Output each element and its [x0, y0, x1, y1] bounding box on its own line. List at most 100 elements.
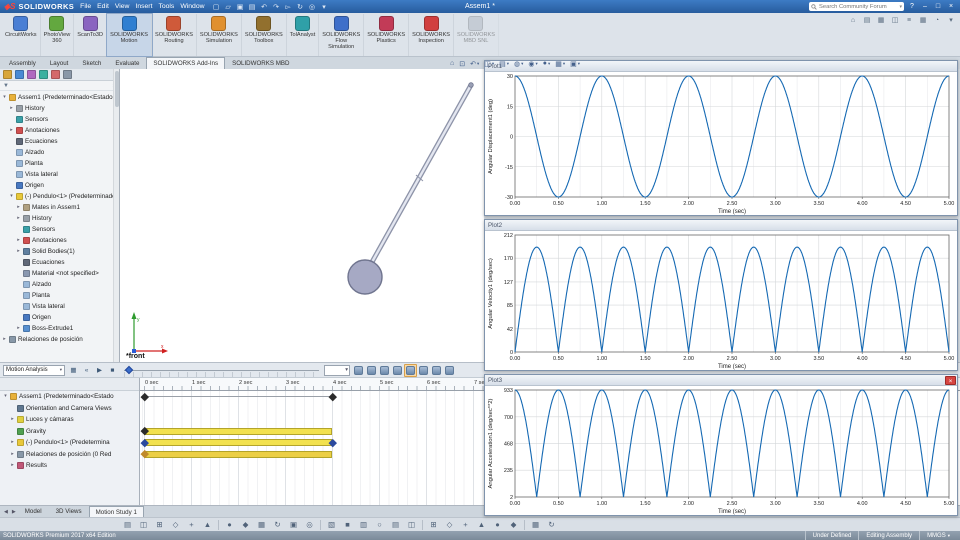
- tree-item[interactable]: Origen: [0, 180, 119, 191]
- bottom-toolbar-icon[interactable]: +: [186, 519, 197, 530]
- bottom-toolbar-icon[interactable]: ↻: [272, 519, 283, 530]
- close-icon[interactable]: ×: [945, 376, 956, 385]
- auto-key-button[interactable]: [391, 364, 404, 377]
- animation-wizard-button[interactable]: [378, 364, 391, 377]
- tab-evaluate[interactable]: Evaluate: [108, 57, 146, 69]
- bottom-toolbar-icon[interactable]: ◎: [304, 519, 315, 530]
- configuration-manager-icon[interactable]: [27, 70, 36, 79]
- expand-arrow[interactable]: ▸: [10, 417, 15, 422]
- calculate-button[interactable]: ▦: [67, 364, 80, 377]
- print-icon[interactable]: ▤: [247, 1, 258, 12]
- tree-item[interactable]: ▸Solid Bodies(1): [0, 246, 119, 257]
- new-document-icon[interactable]: ▢: [211, 1, 222, 12]
- tree-item[interactable]: Alzado: [0, 147, 119, 158]
- zoom-fit-icon[interactable]: ⌂: [448, 60, 456, 67]
- addin-photoview-360[interactable]: PhotoView360: [41, 14, 75, 56]
- search-box[interactable]: ▾: [809, 2, 904, 11]
- menu-edit[interactable]: Edit: [94, 3, 112, 10]
- addin-solidworks-routing[interactable]: SOLIDWORKSRouting: [152, 14, 197, 56]
- addin-solidworks-plastics[interactable]: SOLIDWORKSPlastics: [364, 14, 409, 56]
- tree-item[interactable]: Ecuaciones: [0, 136, 119, 147]
- tree-item[interactable]: Planta: [0, 158, 119, 169]
- expand-arrow[interactable]: ▸: [16, 249, 21, 254]
- open-document-icon[interactable]: ▱: [223, 1, 234, 12]
- expand-arrow[interactable]: ▸: [10, 463, 15, 468]
- tab-scroll-left-icon[interactable]: ◀: [2, 509, 10, 515]
- bottom-toolbar-icon[interactable]: ▦: [256, 519, 267, 530]
- home-icon[interactable]: ⌂: [848, 15, 858, 25]
- tree-item[interactable]: ▸Relaciones de posición: [0, 334, 119, 345]
- bottom-toolbar-icon[interactable]: ○: [374, 519, 385, 530]
- expand-arrow[interactable]: ▾: [2, 95, 7, 100]
- tree-scrollbar[interactable]: [113, 69, 119, 362]
- tab-assembly[interactable]: Assembly: [2, 57, 43, 69]
- motion-tree-item[interactable]: ▸(-) Pendulo<1> (Predetermina: [0, 437, 139, 449]
- timeline-duration-bar[interactable]: [144, 439, 332, 446]
- expand-arrow[interactable]: ▸: [16, 205, 21, 210]
- bottom-toolbar-icon[interactable]: +: [460, 519, 471, 530]
- expand-arrow[interactable]: ▸: [10, 440, 15, 445]
- dimxpert-manager-icon[interactable]: [39, 70, 48, 79]
- time-marker[interactable]: [125, 365, 133, 373]
- bottom-toolbar-icon[interactable]: ▲: [202, 519, 213, 530]
- bottom-toolbar-icon[interactable]: ▧: [326, 519, 337, 530]
- select-icon[interactable]: ▻: [283, 1, 294, 12]
- add-key-button[interactable]: [404, 364, 417, 377]
- timeline-duration-bar[interactable]: [144, 451, 332, 458]
- addin-solidworks-inspection[interactable]: SOLIDWORKSInspection: [409, 14, 454, 56]
- addin-solidworks-toolbox[interactable]: SOLIDWORKSToolbox: [242, 14, 287, 56]
- addin-solidworks-flow-simulation[interactable]: SOLIDWORKSFlowSimulation: [319, 14, 364, 56]
- tree-item[interactable]: Material <not specified>: [0, 268, 119, 279]
- tree-item[interactable]: Ecuaciones: [0, 257, 119, 268]
- tab-3d-views[interactable]: 3D Views: [49, 506, 89, 517]
- timeline-key[interactable]: [141, 392, 149, 400]
- expand-arrow[interactable]: ▾: [3, 394, 8, 399]
- menu-window[interactable]: Window: [177, 3, 207, 10]
- pendulum-bob[interactable]: [348, 260, 382, 294]
- bottom-toolbar-icon[interactable]: ●: [224, 519, 235, 530]
- search-input[interactable]: [819, 4, 897, 10]
- plot-window-titlebar[interactable]: Plot2: [485, 220, 957, 231]
- tree-item[interactable]: ▾Assem1 (Predeterminado<Estado de: [0, 92, 119, 103]
- view-orientation-icon[interactable]: ▤▾: [497, 60, 511, 68]
- grid-icon[interactable]: ▦: [876, 15, 886, 25]
- minimize-icon[interactable]: –: [920, 3, 930, 10]
- addin-circuitworks[interactable]: CircuitWorks: [2, 14, 41, 56]
- plot-window-plot1[interactable]: Plot1-30-15015300.000.501.001.502.002.50…: [484, 60, 958, 216]
- tree-item[interactable]: Sensors: [0, 114, 119, 125]
- timeline-zoom-slider[interactable]: [124, 364, 319, 377]
- addin-solidworks-simulation[interactable]: SOLIDWORKSSimulation: [197, 14, 242, 56]
- bottom-toolbar-icon[interactable]: ▥: [358, 519, 369, 530]
- expand-arrow[interactable]: ▾: [9, 194, 14, 199]
- stop-button[interactable]: ■: [106, 364, 119, 377]
- timeline-duration-bar[interactable]: [144, 428, 332, 435]
- menu-file[interactable]: File: [77, 3, 94, 10]
- ce-manager-icon[interactable]: [63, 70, 72, 79]
- save-animation-button[interactable]: [365, 364, 378, 377]
- previous-view-icon[interactable]: ↶▾: [468, 60, 481, 68]
- bottom-toolbar-icon[interactable]: ●: [492, 519, 503, 530]
- bottom-toolbar-icon[interactable]: ◫: [406, 519, 417, 530]
- play-from-start-button[interactable]: «: [80, 364, 93, 377]
- feature-manager-tree-icon[interactable]: [3, 70, 12, 79]
- expand-arrow[interactable]: ▸: [2, 337, 7, 342]
- playback-mode-button[interactable]: [352, 364, 365, 377]
- bottom-toolbar-icon[interactable]: ◆: [508, 519, 519, 530]
- pendulum-rod[interactable]: [367, 83, 473, 271]
- list-icon[interactable]: ≡: [904, 15, 914, 25]
- tab-solidworks-add-ins[interactable]: SOLIDWORKS Add-Ins: [146, 57, 225, 69]
- plot-window-titlebar[interactable]: Plot3×: [485, 375, 957, 386]
- tree-item[interactable]: ▸Mates in Assem1: [0, 202, 119, 213]
- tree-item[interactable]: Vista lateral: [0, 169, 119, 180]
- bottom-toolbar-icon[interactable]: ⊞: [428, 519, 439, 530]
- bottom-toolbar-icon[interactable]: ▤: [122, 519, 133, 530]
- expand-arrow[interactable]: ▸: [9, 106, 14, 111]
- bottom-toolbar-icon[interactable]: ◆: [240, 519, 251, 530]
- tab-motion-study-1[interactable]: Motion Study 1: [89, 506, 144, 517]
- bottom-toolbar-icon[interactable]: ◫: [138, 519, 149, 530]
- tree-item[interactable]: Alzado: [0, 279, 119, 290]
- menu-insert[interactable]: Insert: [132, 3, 155, 10]
- apps-icon[interactable]: ▦: [918, 15, 928, 25]
- history-icon[interactable]: ◔: [932, 15, 942, 25]
- tree-item[interactable]: ▸History: [0, 103, 119, 114]
